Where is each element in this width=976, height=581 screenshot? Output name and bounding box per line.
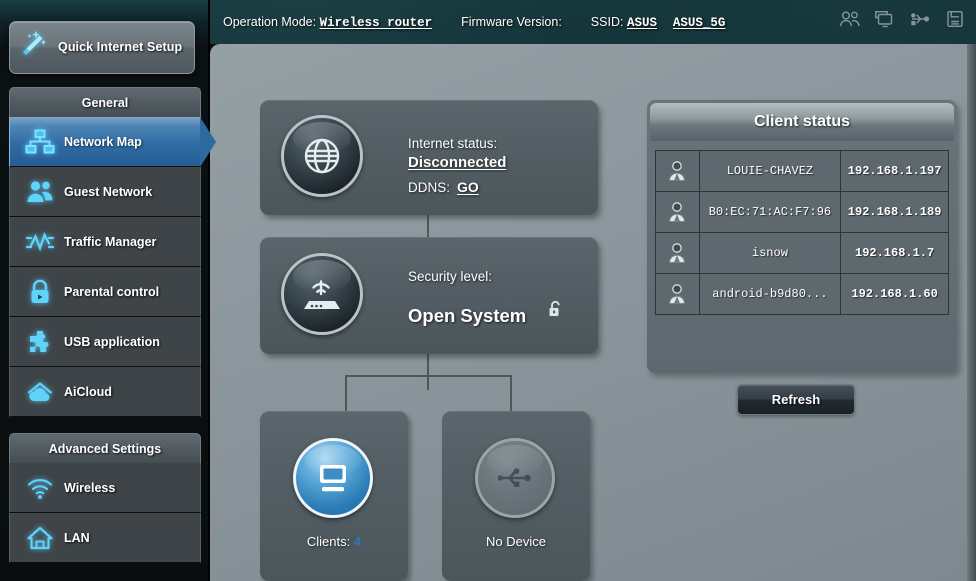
internet-status-label: Internet status: bbox=[408, 136, 498, 151]
sidebar-item-label: Parental control bbox=[64, 284, 160, 299]
internet-status-card[interactable]: Internet status: Disconnected DDNS: GO bbox=[260, 100, 598, 215]
client-status-title: Client status bbox=[650, 103, 954, 141]
sidebar-item-label: USB application bbox=[64, 334, 160, 349]
refresh-button[interactable]: Refresh bbox=[737, 384, 855, 415]
user-icon bbox=[655, 150, 700, 192]
aicloud-icon bbox=[20, 379, 60, 405]
sidebar: Quick Internet Setup General Network Map bbox=[0, 0, 216, 581]
sidebar-item-network-map[interactable]: Network Map bbox=[9, 117, 216, 167]
network-map-icon bbox=[20, 129, 60, 155]
clients-icon[interactable] bbox=[839, 10, 861, 33]
ddns-go-link[interactable]: GO bbox=[457, 179, 479, 195]
header-icon-group bbox=[839, 10, 966, 33]
operation-mode-value[interactable]: Wireless router bbox=[320, 16, 433, 30]
table-row[interactable]: B0:EC:71:AC:F7:96 192.168.1.189 bbox=[655, 191, 949, 233]
sidebar-item-lan[interactable]: LAN bbox=[9, 513, 201, 563]
parental-control-icon bbox=[20, 279, 60, 305]
sidebar-item-wireless[interactable]: Wireless bbox=[9, 463, 201, 513]
router-icon bbox=[281, 253, 363, 335]
client-ip: 192.168.1.189 bbox=[840, 191, 949, 233]
sidebar-item-traffic-manager[interactable]: Traffic Manager bbox=[9, 217, 201, 267]
sidebar-item-guest-network[interactable]: Guest Network bbox=[9, 167, 201, 217]
table-row[interactable]: isnow 192.168.1.7 bbox=[655, 232, 949, 274]
guest-network-icon bbox=[20, 179, 60, 205]
user-icon bbox=[655, 273, 700, 315]
user-icon bbox=[655, 191, 700, 233]
client-name: isnow bbox=[698, 232, 842, 274]
user-icon bbox=[655, 232, 700, 274]
sidebar-item-label: AiCloud bbox=[64, 384, 112, 399]
sidebar-item-label: Wireless bbox=[64, 480, 116, 495]
traffic-manager-icon bbox=[20, 229, 60, 255]
table-row[interactable]: android-b9d80... 192.168.1.60 bbox=[655, 273, 949, 315]
quick-internet-setup-button[interactable]: Quick Internet Setup bbox=[9, 21, 195, 74]
network-monitor-icon[interactable] bbox=[874, 10, 896, 33]
clients-node-count: 4 bbox=[353, 534, 362, 549]
connector-down-usb bbox=[510, 375, 512, 411]
usb-icon bbox=[475, 438, 555, 518]
usb-application-icon bbox=[20, 329, 60, 355]
sidebar-item-parental-control[interactable]: Parental control bbox=[9, 267, 201, 317]
ssid-5g-value[interactable]: ASUS_5G bbox=[673, 16, 726, 30]
security-level-label: Security level: bbox=[408, 269, 493, 284]
magic-wand-icon bbox=[17, 28, 51, 67]
usb-node-caption: No Device bbox=[486, 534, 546, 549]
client-status-table: LOUIE-CHAVEZ 192.168.1.197 B0:EC:71:AC:F… bbox=[655, 150, 949, 315]
ssid-label: SSID: bbox=[590, 14, 624, 29]
sidebar-item-label: Guest Network bbox=[64, 184, 153, 199]
ddns-label: DDNS: bbox=[408, 180, 451, 195]
client-status-table-body: LOUIE-CHAVEZ 192.168.1.197 B0:EC:71:AC:F… bbox=[655, 150, 949, 315]
table-row[interactable]: LOUIE-CHAVEZ 192.168.1.197 bbox=[655, 150, 949, 192]
client-ip: 192.168.1.197 bbox=[840, 150, 949, 192]
security-level-card[interactable]: Security level: Open System bbox=[260, 237, 598, 354]
top-header-bar: Operation Mode: Wireless router Firmware… bbox=[210, 0, 976, 44]
internet-status-value[interactable]: Disconnected bbox=[408, 154, 506, 171]
client-name: android-b9d80... bbox=[698, 273, 842, 315]
ssid-24g-value[interactable]: ASUS bbox=[627, 16, 657, 30]
sidebar-item-usb-application[interactable]: USB application bbox=[9, 317, 201, 367]
header-info: Operation Mode: Wireless router Firmware… bbox=[223, 15, 725, 30]
sidebar-advanced-list: Wireless LAN bbox=[9, 463, 201, 563]
client-ip: 192.168.1.60 bbox=[840, 273, 949, 315]
firmware-version-label: Firmware Version: bbox=[461, 14, 562, 29]
client-name: B0:EC:71:AC:F7:96 bbox=[698, 191, 842, 233]
connector-horizontal bbox=[345, 375, 512, 377]
client-ip: 192.168.1.7 bbox=[840, 232, 949, 274]
sidebar-item-label: Network Map bbox=[64, 134, 142, 149]
client-status-panel: Client status LOUIE-CHAVEZ 192.168.1.197 bbox=[647, 100, 957, 373]
wireless-icon bbox=[20, 475, 60, 501]
quick-internet-setup-label: Quick Internet Setup bbox=[58, 40, 183, 54]
unlocked-padlock-icon[interactable] bbox=[548, 300, 563, 324]
sidebar-item-aicloud[interactable]: AiCloud bbox=[9, 367, 201, 417]
sidebar-section-general: General bbox=[9, 87, 201, 117]
printer-icon[interactable] bbox=[944, 10, 966, 33]
globe-icon bbox=[281, 115, 363, 197]
main-content: Internet status: Disconnected DDNS: GO S… bbox=[210, 44, 967, 581]
sidebar-general-list: Network Map Guest Network Traffic Manage… bbox=[9, 117, 216, 417]
content-right-edge bbox=[967, 44, 976, 581]
sidebar-item-label: LAN bbox=[64, 530, 90, 545]
connector-router-trunk bbox=[427, 354, 429, 390]
usb-node-card[interactable]: No Device bbox=[442, 411, 590, 581]
clients-node-card[interactable]: Clients: 4 bbox=[260, 411, 408, 581]
operation-mode-label: Operation Mode: bbox=[223, 14, 317, 29]
clients-node-label: Clients: bbox=[306, 534, 351, 549]
client-name: LOUIE-CHAVEZ bbox=[698, 150, 842, 192]
clients-node-caption: Clients: 4 bbox=[260, 534, 408, 549]
sidebar-item-label: Traffic Manager bbox=[64, 234, 157, 249]
connector-down-clients bbox=[345, 375, 347, 411]
security-level-value: Open System bbox=[408, 305, 527, 326]
usb-icon[interactable] bbox=[909, 10, 931, 33]
sidebar-section-advanced-settings: Advanced Settings bbox=[9, 433, 201, 463]
lan-home-icon bbox=[20, 525, 60, 551]
monitor-icon bbox=[293, 438, 373, 518]
